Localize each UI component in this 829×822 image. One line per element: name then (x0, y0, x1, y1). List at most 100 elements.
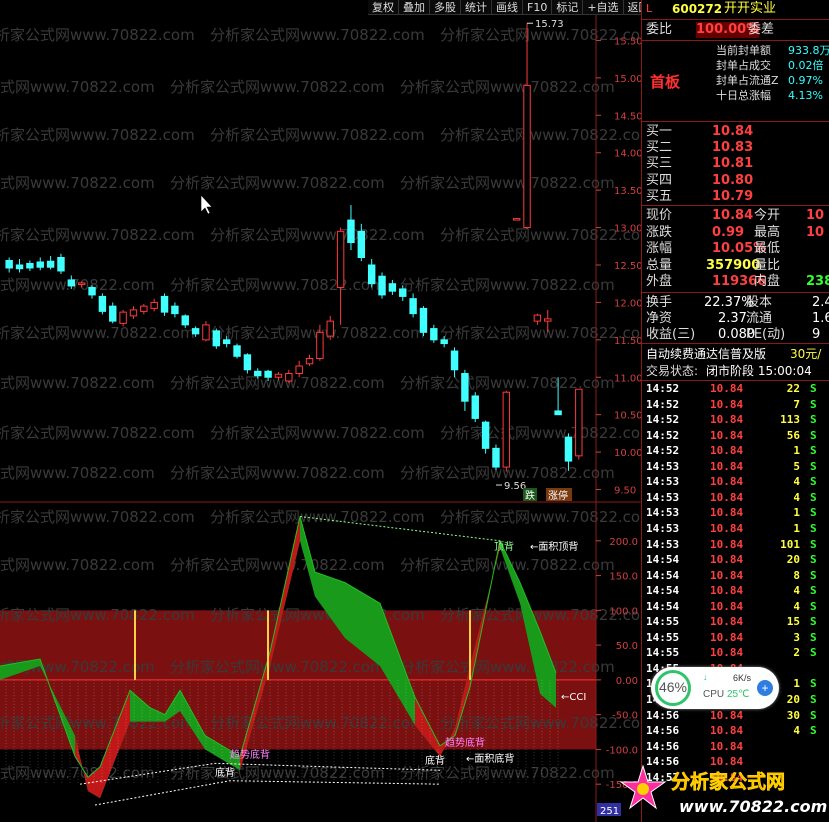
toolbar-item[interactable]: 叠加 (399, 0, 430, 14)
toolbar-item[interactable]: 标记 (552, 0, 584, 14)
stock-name: 开开实业 (724, 1, 777, 16)
cpu-temp: 25℃ (727, 689, 750, 700)
bid-row: 买一 10.84 (642, 124, 829, 140)
tick-side: S (810, 537, 817, 551)
candle-body (471, 395, 479, 419)
price-tick-label: 12.00 (614, 298, 641, 309)
quote-row: 总量 357900 量比 (642, 258, 829, 274)
candle-body (150, 301, 158, 309)
candle (36, 257, 44, 271)
tick-side: S (810, 521, 817, 535)
candle-body (212, 330, 221, 347)
watermark-text: 分析家公式网www.70822.com (170, 276, 385, 294)
candle-body (77, 282, 86, 285)
candle (388, 279, 397, 295)
toolbar-item[interactable]: +自选 (583, 0, 624, 14)
tick-time: 14:55 (646, 615, 680, 629)
toolbar-item[interactable]: 统计 (461, 0, 492, 14)
low-label: 9.56 (504, 481, 526, 492)
tick-price: 10.84 (710, 397, 744, 411)
stats-label-2: PE(动) (746, 327, 786, 342)
tick-time: 14:53 (646, 459, 680, 473)
tick-price: 10.84 (710, 537, 744, 551)
quote-label: 外盘 (646, 274, 673, 290)
stats-value: 2.37 (718, 311, 747, 326)
tick-volume: 8 (793, 568, 800, 582)
tick-time: 14:56 (646, 724, 680, 738)
tick-time: 14:52 (646, 444, 680, 458)
tick-row: 14:53 10.84 4 S (642, 474, 829, 490)
tick-row: 14:52 10.84 7 S (642, 397, 829, 413)
kline-chart[interactable]: 分析家公式网www.70822.com 分析家公式网www.70822.com 分析… (0, 0, 641, 822)
tick-side: S (810, 646, 817, 660)
candle (326, 315, 334, 340)
candle-body (492, 447, 500, 468)
candle-body (461, 373, 469, 402)
candle (502, 390, 511, 472)
candle (160, 293, 169, 316)
toolbar-item[interactable]: 复权 (368, 0, 399, 14)
tick-row: 14:52 10.84 56 S (642, 428, 829, 444)
price-tick-label: 10.00 (614, 448, 641, 459)
tick-row: 14:53 10.84 101 S (642, 537, 829, 553)
tick-price: 10.84 (710, 382, 744, 395)
watermark-text: 分析家公式网www.70822.com (170, 78, 385, 96)
watermark-text: 分析家公式网www.70822.com (0, 226, 195, 244)
tick-side: S (810, 444, 817, 458)
stock-header: L 600272 开开实业 (642, 1, 829, 17)
candle-body (409, 298, 417, 315)
tick-volume: 1 (793, 521, 800, 535)
tick-row: 14:56 10.84 4 S (642, 723, 829, 739)
down-arrow-icon: ↓ (703, 672, 708, 682)
candle (171, 302, 179, 318)
candle-body (88, 286, 96, 296)
quote-label-2: 最高 (754, 224, 781, 240)
candle-body (367, 264, 376, 285)
quote-value: 10.84 (712, 208, 754, 223)
price-tick-label: 13.00 (614, 224, 641, 235)
stock-code: 600272 (672, 2, 723, 16)
quote-value: 357900 (706, 257, 761, 273)
watermark-text: 分析家公式网www.70822.com (440, 508, 641, 526)
promo-price[interactable]: 30元/ (790, 346, 821, 362)
watermark-text: 分析家公式网www.70822.com (400, 658, 615, 676)
candle-body (119, 311, 127, 324)
toolbar-item[interactable]: F10 (523, 0, 553, 14)
promo-row[interactable]: 自动续费通达信普及版 30元/ (642, 346, 829, 362)
tick-price: 10.84 (710, 459, 744, 473)
toolbar-item[interactable]: 画线 (492, 0, 523, 14)
tick-row: 14:53 10.84 4 S (642, 490, 829, 506)
candle-body (254, 370, 262, 377)
promo-text[interactable]: 自动续费通达信普及版 (646, 346, 766, 362)
price-tick-label: 11.50 (614, 336, 641, 347)
weibi-row: 委比 100.00% 委差 (642, 22, 829, 38)
toolbar-item[interactable]: 多股 (430, 0, 461, 14)
tick-side: S (810, 475, 817, 489)
cpu-monitor-widget[interactable]: 46% ↓ 6K/s CPU 25℃ + (651, 667, 779, 709)
chart-area[interactable]: 分析家公式网www.70822.com 分析家公式网www.70822.com 分析… (0, 0, 641, 822)
candle-body (533, 314, 542, 322)
bottom-div-label-1: 底背 (215, 766, 235, 779)
cci-tick-label: 0.00 (616, 676, 638, 687)
plus-icon[interactable]: + (757, 680, 773, 696)
candle (233, 343, 241, 359)
tick-side: S (810, 630, 817, 644)
tick-volume: 7 (793, 397, 800, 411)
tick-side: S (810, 599, 817, 613)
bid-price: 10.83 (712, 140, 754, 156)
tick-time: 14:52 (646, 382, 680, 395)
tick-side: S (810, 724, 817, 738)
tick-side: S (810, 708, 817, 722)
tick-volume: 1 (793, 444, 800, 458)
cci-label: ←CCI (561, 692, 586, 703)
candle (471, 392, 479, 423)
tick-time: 14:53 (646, 490, 680, 504)
watermark-text: 分析家公式网www.70822.com (170, 764, 385, 782)
tick-time: 14:54 (646, 584, 680, 598)
seal-info-label: 十日总涨幅 (716, 89, 771, 102)
tick-row: 14:54 10.84 8 S (642, 568, 829, 584)
candle (109, 302, 117, 324)
tick-row: 14:53 10.84 1 S (642, 505, 829, 521)
watermark-text: 分析家公式网www.70822.com (210, 606, 425, 624)
candle-body (564, 436, 573, 462)
